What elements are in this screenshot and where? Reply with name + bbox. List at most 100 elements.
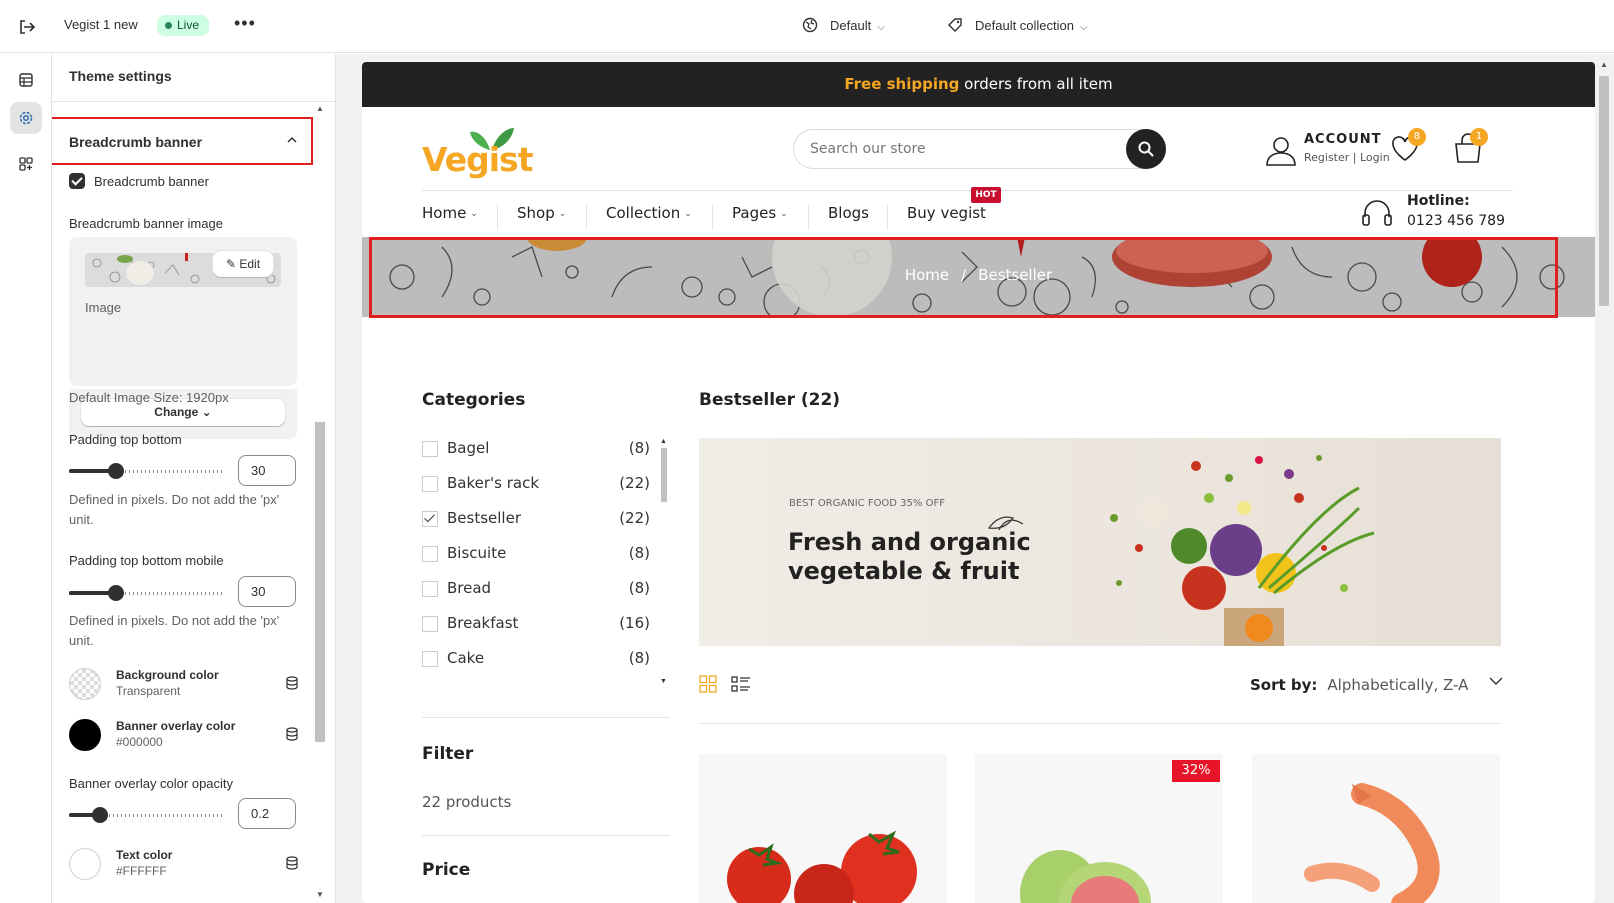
template-select[interactable]: Default ⌵: [802, 17, 885, 33]
scroll-up-arrow-icon[interactable]: ▲: [660, 438, 667, 445]
category-checkbox[interactable]: [422, 616, 438, 632]
category-scrollbar[interactable]: ▲ ▼: [659, 438, 669, 688]
color-name: Background color: [116, 668, 219, 682]
search-button[interactable]: [1126, 129, 1166, 169]
image-size-help: Default Image Size: 1920px: [69, 390, 229, 405]
image-picker: ✎ Edit Image: [69, 237, 297, 386]
transparent-swatch[interactable]: [69, 668, 101, 700]
product-card[interactable]: [1252, 754, 1500, 903]
exit-icon[interactable]: [16, 16, 38, 38]
text-color-swatch[interactable]: [69, 848, 101, 880]
panel-scrollbar[interactable]: ▲ ▼: [313, 102, 327, 903]
category-item[interactable]: Cake (8): [422, 649, 650, 669]
cart-count-badge: 1: [1470, 128, 1488, 146]
apps-icon: [19, 157, 33, 171]
sections-nav-button[interactable]: [10, 64, 42, 96]
category-checkbox-checked[interactable]: [422, 511, 438, 527]
nav-divider: [586, 204, 587, 230]
category-item[interactable]: Bread (8): [422, 579, 650, 599]
breadcrumb-separator: /: [961, 266, 967, 284]
category-item[interactable]: Biscuite (8): [422, 544, 650, 564]
category-item[interactable]: Bestseller (22): [422, 509, 650, 529]
padding-mobile-slider[interactable]: [69, 585, 224, 601]
more-actions-button[interactable]: •••: [234, 13, 256, 34]
divider: [52, 101, 335, 102]
breadcrumb-banner-section-header[interactable]: Breadcrumb banner: [52, 117, 313, 165]
database-icon[interactable]: [285, 676, 299, 690]
database-icon[interactable]: [285, 727, 299, 741]
checkbox-label: Breadcrumb banner: [94, 174, 209, 189]
cart-button[interactable]: 1: [1452, 128, 1488, 164]
sections-icon: [19, 73, 33, 87]
account-link[interactable]: ACCOUNT Register | Login: [1265, 132, 1405, 172]
apps-nav-button[interactable]: [10, 148, 42, 180]
logo-text: Vegist: [422, 140, 533, 179]
hot-badge: HOT: [971, 187, 1001, 203]
padding-slider[interactable]: [69, 463, 224, 479]
category-checkbox[interactable]: [422, 546, 438, 562]
edit-image-button[interactable]: ✎ Edit: [213, 251, 273, 277]
theme-settings-nav-button[interactable]: [10, 102, 42, 134]
register-link[interactable]: Register: [1304, 151, 1349, 164]
login-link[interactable]: Login: [1360, 151, 1390, 164]
overlay-opacity-slider[interactable]: [69, 807, 224, 823]
nav-item-buy-vegist[interactable]: Buy vegist: [907, 204, 986, 222]
database-icon[interactable]: [285, 856, 299, 870]
hotline-title: Hotline:: [1407, 193, 1470, 209]
overlay-opacity-input[interactable]: 0.2: [238, 798, 296, 829]
category-item[interactable]: Baker's rack (22): [422, 474, 650, 494]
sort-control[interactable]: Sort by: Alphabetically, Z-A: [1250, 676, 1503, 694]
preview-scrollbar[interactable]: ▲: [1594, 54, 1614, 903]
scrollbar-thumb[interactable]: [661, 448, 667, 502]
padding-input[interactable]: 30: [238, 455, 296, 486]
store-search[interactable]: Search our store: [793, 129, 1166, 169]
scroll-down-arrow-icon[interactable]: ▼: [660, 678, 667, 685]
wishlist-button[interactable]: 8: [1390, 128, 1426, 164]
chevron-down-icon: ⌄: [470, 209, 478, 219]
tomatoes-image: [727, 830, 917, 903]
slider-handle[interactable]: [108, 463, 124, 479]
store-logo[interactable]: Vegist: [422, 122, 542, 182]
checkbox-checked-icon: [69, 173, 85, 189]
overlay-color-swatch[interactable]: [69, 719, 101, 751]
list-view-icon[interactable]: [731, 675, 751, 693]
scroll-up-arrow-icon[interactable]: ▲: [316, 104, 324, 113]
nav-label: Shop: [517, 204, 555, 222]
padding-mobile-help: Defined in pixels. Do not add the 'px' u…: [69, 613, 280, 648]
breadcrumb-banner-checkbox[interactable]: Breadcrumb banner: [69, 173, 209, 189]
collection-select[interactable]: Default collection ⌵: [947, 17, 1088, 33]
scrollbar-thumb[interactable]: [1599, 76, 1609, 306]
padding-mobile-input[interactable]: 30: [238, 576, 296, 607]
category-item[interactable]: Bagel (8): [422, 439, 650, 459]
nav-item-collection[interactable]: Collection ⌄: [606, 204, 692, 222]
background-color-setting[interactable]: Background color Transparent: [69, 668, 299, 702]
slider-handle[interactable]: [92, 807, 108, 823]
category-item[interactable]: Breakfast (16): [422, 614, 650, 634]
vegetables-image: [987, 455, 1375, 646]
search-icon: [1138, 141, 1154, 157]
scroll-down-arrow-icon[interactable]: ▼: [316, 890, 324, 899]
nav-item-pages[interactable]: Pages ⌄: [732, 204, 788, 222]
nav-item-blogs[interactable]: Blogs: [828, 204, 869, 222]
color-value: Transparent: [116, 684, 181, 698]
grid-view-icon[interactable]: [699, 675, 717, 693]
slider-handle[interactable]: [108, 585, 124, 601]
collection-hero-banner: BEST ORGANIC FOOD 35% OFF Fresh and orga…: [699, 438, 1501, 646]
nav-item-shop[interactable]: Shop ⌄: [517, 204, 566, 222]
scroll-up-arrow-icon[interactable]: ▲: [1600, 60, 1608, 69]
text-color-setting[interactable]: Text color #FFFFFF: [69, 848, 299, 882]
scrollbar-thumb[interactable]: [315, 422, 325, 742]
product-card[interactable]: [699, 754, 947, 903]
category-checkbox[interactable]: [422, 441, 438, 457]
nav-item-home[interactable]: Home ⌄: [422, 204, 478, 222]
editor-rail: [0, 54, 52, 903]
category-checkbox[interactable]: [422, 476, 438, 492]
category-checkbox[interactable]: [422, 651, 438, 667]
overlay-color-setting[interactable]: Banner overlay color #000000: [69, 719, 299, 753]
category-name: Bread: [447, 579, 492, 597]
breadcrumb-home-link[interactable]: Home: [905, 266, 949, 284]
nav-divider: [712, 204, 713, 230]
chevron-down-icon: ⌄: [780, 209, 788, 219]
category-checkbox[interactable]: [422, 581, 438, 597]
account-title: ACCOUNT: [1304, 132, 1382, 147]
